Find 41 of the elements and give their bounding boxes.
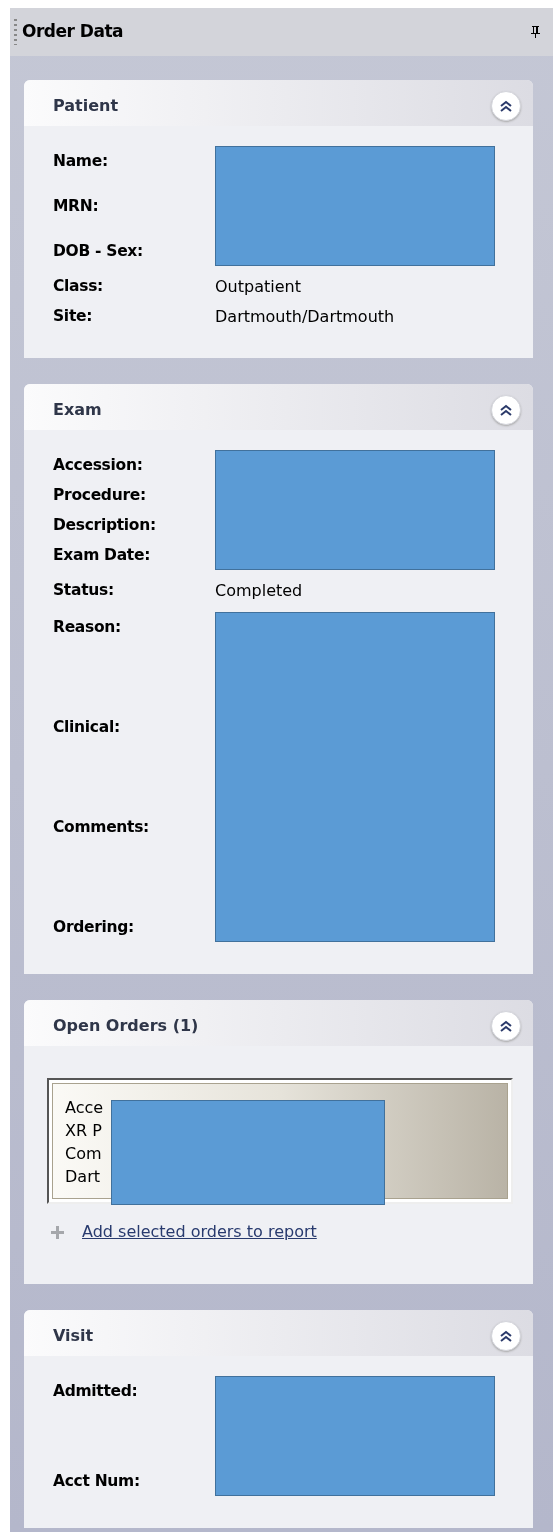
collapse-button[interactable]: [491, 395, 521, 425]
field-label: Exam Date:: [53, 545, 152, 566]
pin-icon[interactable]: [529, 25, 541, 39]
section-title: Exam: [53, 399, 102, 421]
field-label: Name:: [53, 151, 109, 172]
double-chevron-up-icon: [499, 403, 513, 417]
order-text: Acce: [65, 1097, 105, 1119]
field-label: Admitted:: [53, 1381, 139, 1402]
add-orders-link[interactable]: Add selected orders to report: [82, 1220, 317, 1244]
field-label: Acct Num:: [53, 1471, 141, 1492]
field-label: Clinical:: [53, 717, 121, 738]
field-label: Description:: [53, 515, 157, 536]
field-label: MRN:: [53, 196, 100, 217]
grip-icon[interactable]: [14, 19, 17, 45]
order-list[interactable]: Acce XR P Com Dart: [47, 1078, 513, 1204]
double-chevron-up-icon: [499, 1019, 513, 1033]
field-label: Ordering:: [53, 917, 135, 938]
plus-icon: [51, 1225, 64, 1239]
collapse-button[interactable]: [491, 1321, 521, 1351]
field-value: Completed: [215, 580, 303, 602]
section-title: Patient: [53, 95, 119, 117]
field-label: Status:: [53, 580, 115, 602]
order-text: Com: [65, 1143, 103, 1165]
section-title: Visit: [53, 1325, 94, 1347]
order-text: Dart: [65, 1166, 101, 1188]
collapse-button[interactable]: [491, 1011, 521, 1041]
order-text: XR P: [65, 1120, 103, 1142]
field-label: Comments:: [53, 817, 150, 838]
field-label: DOB - Sex:: [53, 241, 144, 262]
field-label: Site:: [53, 306, 94, 328]
field-label: Accession:: [53, 455, 144, 476]
section-title: Open Orders (1): [53, 1015, 199, 1037]
double-chevron-up-icon: [499, 1329, 513, 1343]
field-label: Class:: [53, 276, 104, 298]
double-chevron-up-icon: [499, 99, 513, 113]
panel-title: Order Data: [22, 20, 124, 44]
field-label: Reason:: [53, 617, 122, 638]
field-value: Outpatient: [215, 276, 301, 298]
collapse-button[interactable]: [491, 91, 521, 121]
field-label: Procedure:: [53, 485, 147, 506]
field-value: Dartmouth/Dartmouth: [215, 306, 395, 328]
